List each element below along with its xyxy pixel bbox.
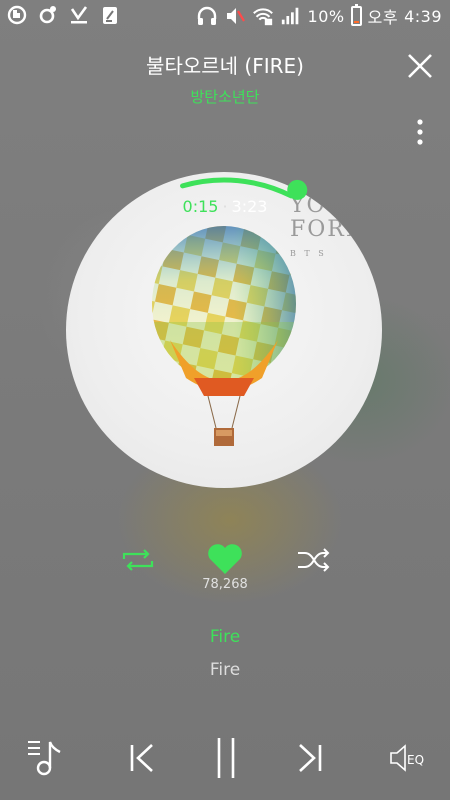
repeat-button[interactable]: [120, 546, 156, 578]
previous-icon: [130, 744, 153, 772]
shuffle-button[interactable]: [296, 546, 332, 578]
signal-icon: [280, 5, 302, 27]
previous-button[interactable]: [128, 742, 158, 778]
svg-text:EQ: EQ: [407, 753, 424, 767]
status-time: 4:39: [404, 6, 442, 26]
pause-button[interactable]: [212, 736, 240, 784]
close-button[interactable]: [404, 50, 436, 82]
next-icon: [299, 744, 322, 772]
close-icon: [408, 54, 432, 78]
shuffle-icon: [298, 548, 330, 572]
time-separator: ·: [222, 197, 228, 216]
download-complete-icon: [68, 4, 90, 26]
playlist-button[interactable]: [26, 736, 66, 782]
lyric-current-line[interactable]: Fire: [0, 627, 450, 647]
headphones-icon: [196, 5, 218, 27]
more-options-button[interactable]: [410, 118, 430, 148]
equalizer-button[interactable]: EQ: [388, 742, 430, 778]
music-app-icon: [37, 4, 59, 26]
heart-icon: [208, 544, 242, 574]
notification-icons: [6, 4, 121, 26]
app-notification-icon: [6, 4, 28, 26]
song-title: 불타오르네 (FIRE): [146, 54, 304, 78]
equalizer-icon: EQ: [390, 744, 424, 772]
artist-name[interactable]: 방탄소년단: [0, 86, 450, 107]
battery-percent: 10%: [307, 6, 345, 26]
like-count: 78,268: [202, 577, 248, 592]
battery-icon: [350, 4, 362, 26]
progress-ring[interactable]: [66, 172, 382, 488]
next-button[interactable]: [294, 742, 324, 778]
status-ampm: 오후: [367, 8, 399, 27]
status-bar: 10% 오후 4:39: [0, 0, 450, 30]
clipboard-icon: [99, 4, 121, 26]
wifi-lock-icon: [252, 5, 274, 27]
current-time: 0:15: [182, 197, 219, 216]
pause-icon: [217, 738, 235, 778]
like-button[interactable]: [206, 542, 244, 580]
repeat-icon: [122, 549, 154, 571]
total-time: 3:23: [231, 197, 268, 216]
mute-icon: [224, 5, 246, 27]
more-vertical-icon: [417, 119, 423, 145]
progress-arc: [180, 177, 294, 199]
lyric-next-line[interactable]: Fire: [0, 660, 450, 680]
time-display: 0:15 · 3:23: [0, 197, 450, 216]
system-indicators: 10% 오후 4:39: [196, 4, 442, 28]
playlist-icon: [28, 741, 61, 776]
